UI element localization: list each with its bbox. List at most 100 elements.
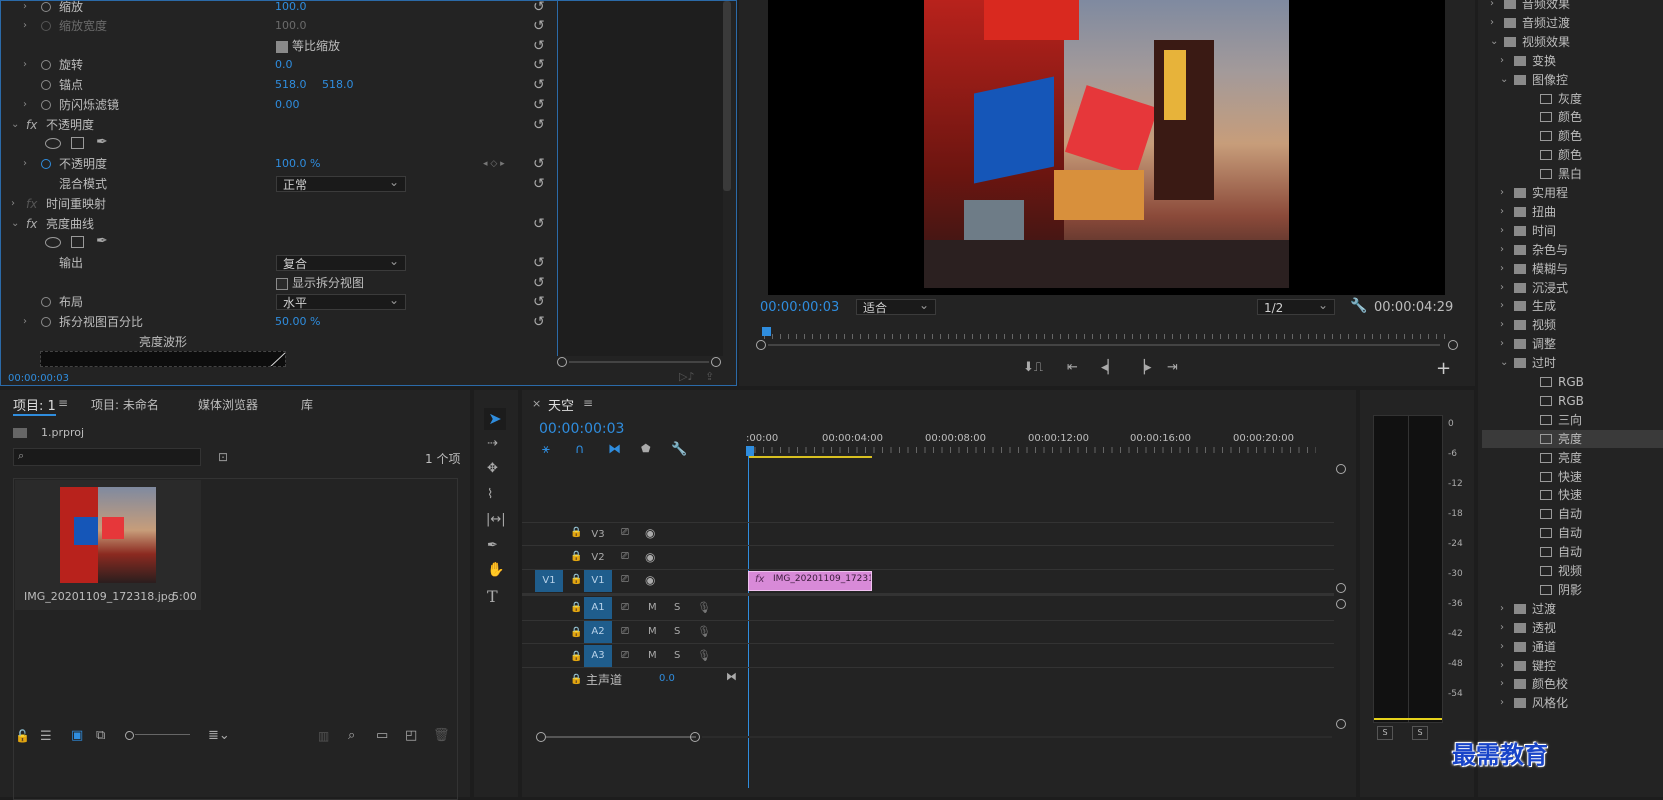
track-target-a1[interactable]: A1 <box>584 597 612 619</box>
eye-icon[interactable]: ◉ <box>645 526 655 540</box>
effects-folder[interactable]: › 沉浸式 <box>1482 279 1663 297</box>
effects-item[interactable]: 阴影 <box>1482 581 1663 599</box>
ripple-edit-tool-icon[interactable]: ✥ <box>487 461 498 476</box>
keyframe-zoom-bar[interactable] <box>557 356 722 368</box>
effects-item[interactable]: 自动 <box>1482 505 1663 523</box>
split-view-checkbox[interactable] <box>276 278 288 290</box>
effects-folder[interactable]: › 扭曲 <box>1482 203 1663 221</box>
prop-value[interactable]: 100.0 <box>275 0 307 17</box>
effects-item[interactable]: RGB <box>1482 373 1663 391</box>
hand-tool-icon[interactable]: ✋ <box>487 562 504 578</box>
solo-button[interactable]: S <box>674 626 680 637</box>
list-view-icon[interactable]: ☰ <box>40 729 52 744</box>
chevron-right-icon[interactable]: › <box>1500 316 1504 334</box>
track-select-tool-icon[interactable]: ⇢ <box>487 436 498 451</box>
output-select[interactable]: 复合 <box>276 253 406 271</box>
nest-icon[interactable]: ⚹ <box>542 442 550 457</box>
effects-item[interactable]: 黑白 <box>1482 165 1663 183</box>
effects-folder[interactable]: › 键控 <box>1482 657 1663 675</box>
stopwatch-icon[interactable] <box>41 297 51 307</box>
sync-lock-icon[interactable]: ⎚ <box>621 574 629 585</box>
reset-icon[interactable]: ↺ <box>533 253 545 273</box>
effects-item[interactable]: 颜色 <box>1482 108 1663 126</box>
icon-view-icon[interactable]: ▣ <box>71 728 83 743</box>
source-patch-v1[interactable]: V1 <box>535 570 563 592</box>
sync-lock-icon[interactable]: ⎚ <box>621 602 629 613</box>
zoom-slider[interactable] <box>125 730 190 740</box>
effects-item[interactable]: RGB <box>1482 392 1663 410</box>
work-area-bar[interactable] <box>748 456 872 458</box>
chevron-down-icon[interactable]: ⌄ <box>1490 33 1498 51</box>
lock-icon[interactable]: 🔓 <box>15 729 30 743</box>
prop-value[interactable]: 100.0 % <box>275 154 320 174</box>
timeline-ruler[interactable]: :00:00 00:00:04:00 00:00:08:00 00:00:12:… <box>746 426 1346 458</box>
reset-icon[interactable]: ↺ <box>533 174 545 194</box>
track-lock-icon[interactable]: 🔒 <box>570 574 582 585</box>
reset-icon[interactable]: ↺ <box>533 95 545 115</box>
tab-library[interactable]: 库 <box>301 396 313 413</box>
reset-icon[interactable]: ↺ <box>533 55 545 75</box>
chevron-right-icon[interactable]: › <box>1500 297 1504 315</box>
effects-folder[interactable]: › 音频效果 <box>1482 0 1663 13</box>
go-to-in-icon[interactable]: ⇤ <box>1067 360 1078 375</box>
track-target-a3[interactable]: A3 <box>584 645 612 667</box>
stopwatch-icon[interactable] <box>41 80 51 90</box>
mute-button[interactable]: M <box>648 602 657 613</box>
pen-tool-icon[interactable]: ✒ <box>487 538 498 553</box>
effects-folder[interactable]: › 音频过渡 <box>1482 14 1663 32</box>
scroll-handle[interactable] <box>1336 599 1346 609</box>
ellipse-mask-icon[interactable] <box>45 237 61 248</box>
effect-scrollbar[interactable] <box>723 1 731 191</box>
effects-folder[interactable]: › 实用程 <box>1482 184 1663 202</box>
reset-icon[interactable]: ↺ <box>533 292 545 312</box>
zoom-select[interactable]: 适合 <box>856 297 936 315</box>
slip-tool-icon[interactable]: |↔| <box>486 512 506 527</box>
wrench-icon[interactable]: 🔧 <box>671 442 687 457</box>
prop-value[interactable]: 0.0 <box>275 55 293 75</box>
sync-lock-icon[interactable]: ⎚ <box>621 527 629 538</box>
playhead-marker[interactable] <box>762 327 771 336</box>
chevron-right-icon[interactable]: › <box>1500 279 1504 297</box>
stopwatch-icon[interactable] <box>41 317 51 327</box>
chevron-right-icon[interactable]: › <box>1500 203 1504 221</box>
microphone-icon[interactable]: 🎙 <box>697 601 711 614</box>
effects-item[interactable]: 快速 <box>1482 486 1663 504</box>
track-lock-icon[interactable]: 🔒 <box>570 602 582 613</box>
chevron-right-icon[interactable]: › <box>1490 14 1494 32</box>
chevron-down-icon[interactable]: ⌄ <box>11 214 19 234</box>
tab-project-1[interactable]: 项目: 1 <box>13 395 56 416</box>
chevron-right-icon[interactable]: › <box>23 154 27 174</box>
chevron-right-icon[interactable]: › <box>1500 222 1504 240</box>
effects-folder[interactable]: › 视频 <box>1482 316 1663 334</box>
effects-item[interactable]: 颜色 <box>1482 146 1663 164</box>
effects-folder[interactable]: ⌄ 图像控 <box>1482 71 1663 89</box>
layout-select[interactable]: 水平 <box>276 292 406 310</box>
sequence-tab[interactable]: 天空 <box>548 395 574 414</box>
track-lock-icon[interactable]: 🔒 <box>570 674 582 685</box>
timeline-timecode[interactable]: 00:00:00:03 <box>539 421 624 437</box>
playhead-timecode[interactable]: 00:00:00:03 <box>760 300 839 315</box>
pen-mask-icon[interactable]: ✒ <box>96 134 108 150</box>
chevron-right-icon[interactable]: › <box>1500 184 1504 202</box>
chevron-right-icon[interactable]: › <box>1500 260 1504 278</box>
chevron-right-icon[interactable]: › <box>1500 694 1504 712</box>
step-back-icon[interactable]: ◂▏ <box>1101 360 1118 375</box>
effects-item[interactable]: 亮度 <box>1482 449 1663 467</box>
step-forward-icon[interactable]: ▕▸ <box>1135 360 1152 375</box>
video-canvas[interactable] <box>768 0 1445 295</box>
snap-icon[interactable]: ∩ <box>575 442 585 457</box>
reset-icon[interactable]: ↺ <box>533 36 545 56</box>
eye-icon[interactable]: ◉ <box>645 573 655 587</box>
effects-folder[interactable]: ⌄ 视频效果 <box>1482 33 1663 51</box>
prop-value[interactable]: 0.00 <box>275 95 300 115</box>
keyframe-nav-icon[interactable]: ◂ ◇ ▸ <box>483 154 505 174</box>
effects-item[interactable]: 灰度 <box>1482 90 1663 108</box>
prop-value[interactable]: 50.00 % <box>275 312 320 332</box>
stopwatch-icon[interactable] <box>41 159 51 169</box>
track-target-v3[interactable]: V3 <box>584 524 612 546</box>
eye-icon[interactable]: ◉ <box>645 550 655 564</box>
effects-folder[interactable]: › 通道 <box>1482 638 1663 656</box>
selection-tool-icon[interactable]: ➤ <box>484 408 506 430</box>
reset-icon[interactable]: ↺ <box>533 312 545 332</box>
chevron-right-icon[interactable]: › <box>23 95 27 115</box>
